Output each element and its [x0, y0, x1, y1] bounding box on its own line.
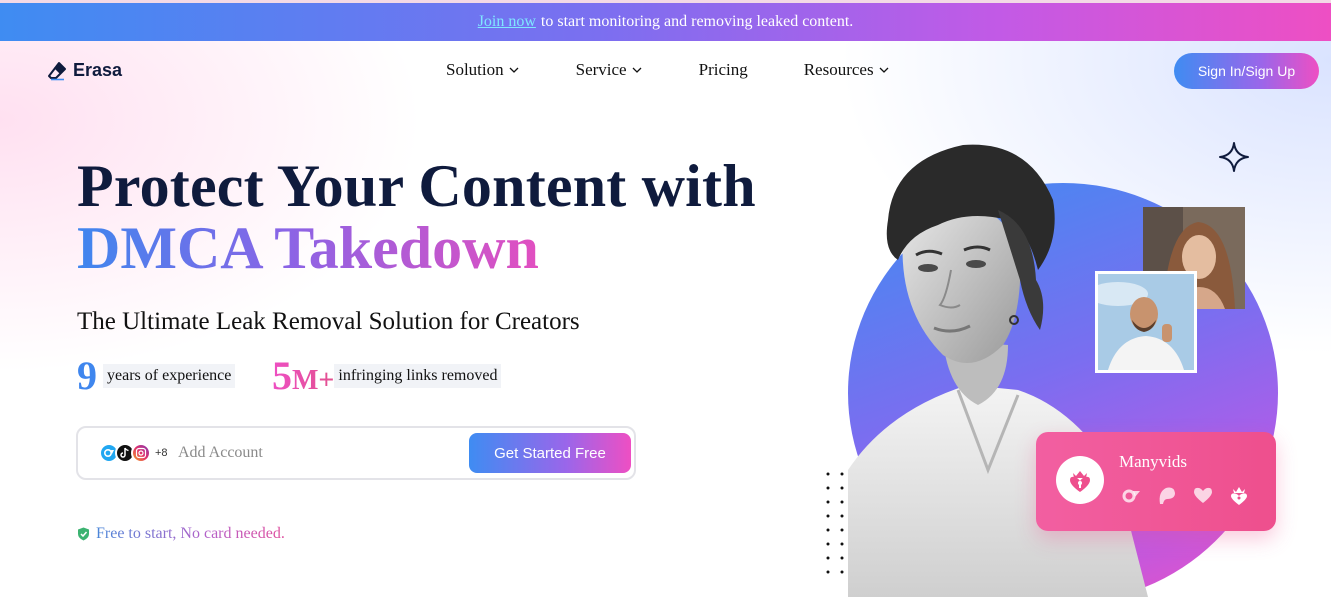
- manyvids-icon: [1070, 471, 1090, 492]
- nav-label: Pricing: [698, 60, 748, 79]
- stat-number: 5M+: [272, 353, 335, 398]
- heart-icon: [1194, 487, 1212, 503]
- nav-label: Service: [575, 60, 627, 79]
- nav-label: Solution: [446, 60, 504, 79]
- sparkle-icon: [1219, 142, 1249, 172]
- platform-icons[interactable]: +8: [99, 443, 168, 463]
- stat-links-removed: 5M+ infringing links removed: [272, 353, 502, 398]
- more-platforms-count: +8: [155, 447, 168, 459]
- hero-title-highlight: DMCA Takedown: [77, 215, 539, 281]
- platform-card: Manyvids: [1036, 432, 1276, 531]
- nav-service[interactable]: Service: [576, 60, 643, 80]
- free-note-text: Free to start, No card needed.: [96, 525, 285, 542]
- free-note: Free to start, No card needed.: [77, 525, 285, 543]
- logo[interactable]: Erasa: [47, 60, 122, 81]
- stat-label: years of experience: [107, 367, 232, 384]
- eraser-icon: [48, 61, 66, 80]
- get-started-button[interactable]: Get Started Free: [469, 433, 631, 473]
- manyvids-logo: [1056, 456, 1104, 504]
- onlyfans-icon: [1122, 489, 1140, 503]
- announcement-text: to start monitoring and removing leaked …: [540, 13, 854, 30]
- hero-title: Protect Your Content with: [77, 153, 756, 219]
- hero-subtitle: The Ultimate Leak Removal Solution for C…: [77, 308, 580, 335]
- stat-experience: 9 years of experience: [77, 353, 236, 398]
- chevron-down-icon: [509, 67, 519, 73]
- announcement-bar: Join now to start monitoring and removin…: [0, 3, 1331, 41]
- stat-label: infringing links removed: [338, 367, 498, 384]
- chevron-down-icon: [879, 67, 889, 73]
- logo-text: Erasa: [73, 60, 123, 80]
- manyvids-icon: [1231, 487, 1247, 505]
- add-account-input[interactable]: [178, 440, 458, 466]
- add-account-form: +8 Get Started Free: [76, 426, 636, 480]
- nav-label: Resources: [803, 60, 874, 79]
- platform-name: Manyvids: [1119, 452, 1187, 471]
- instagram-icon: [131, 443, 151, 463]
- stat-number: 9: [77, 353, 97, 398]
- nav-pricing[interactable]: Pricing: [699, 60, 748, 80]
- chevron-down-icon: [632, 67, 642, 73]
- shield-check-icon: [78, 527, 89, 541]
- patreon-icon: [1159, 487, 1175, 504]
- creator-thumbnail: [1095, 271, 1197, 373]
- nav-resources[interactable]: Resources: [804, 60, 890, 80]
- stat-suffix: M+: [292, 365, 335, 396]
- nav-solution[interactable]: Solution: [446, 60, 520, 80]
- join-now-link[interactable]: Join now: [478, 13, 536, 31]
- platform-icons-row: [1120, 484, 1250, 506]
- sign-in-button[interactable]: Sign In/Sign Up: [1174, 53, 1319, 89]
- main-nav: Solution Service Pricing Resources: [446, 60, 890, 80]
